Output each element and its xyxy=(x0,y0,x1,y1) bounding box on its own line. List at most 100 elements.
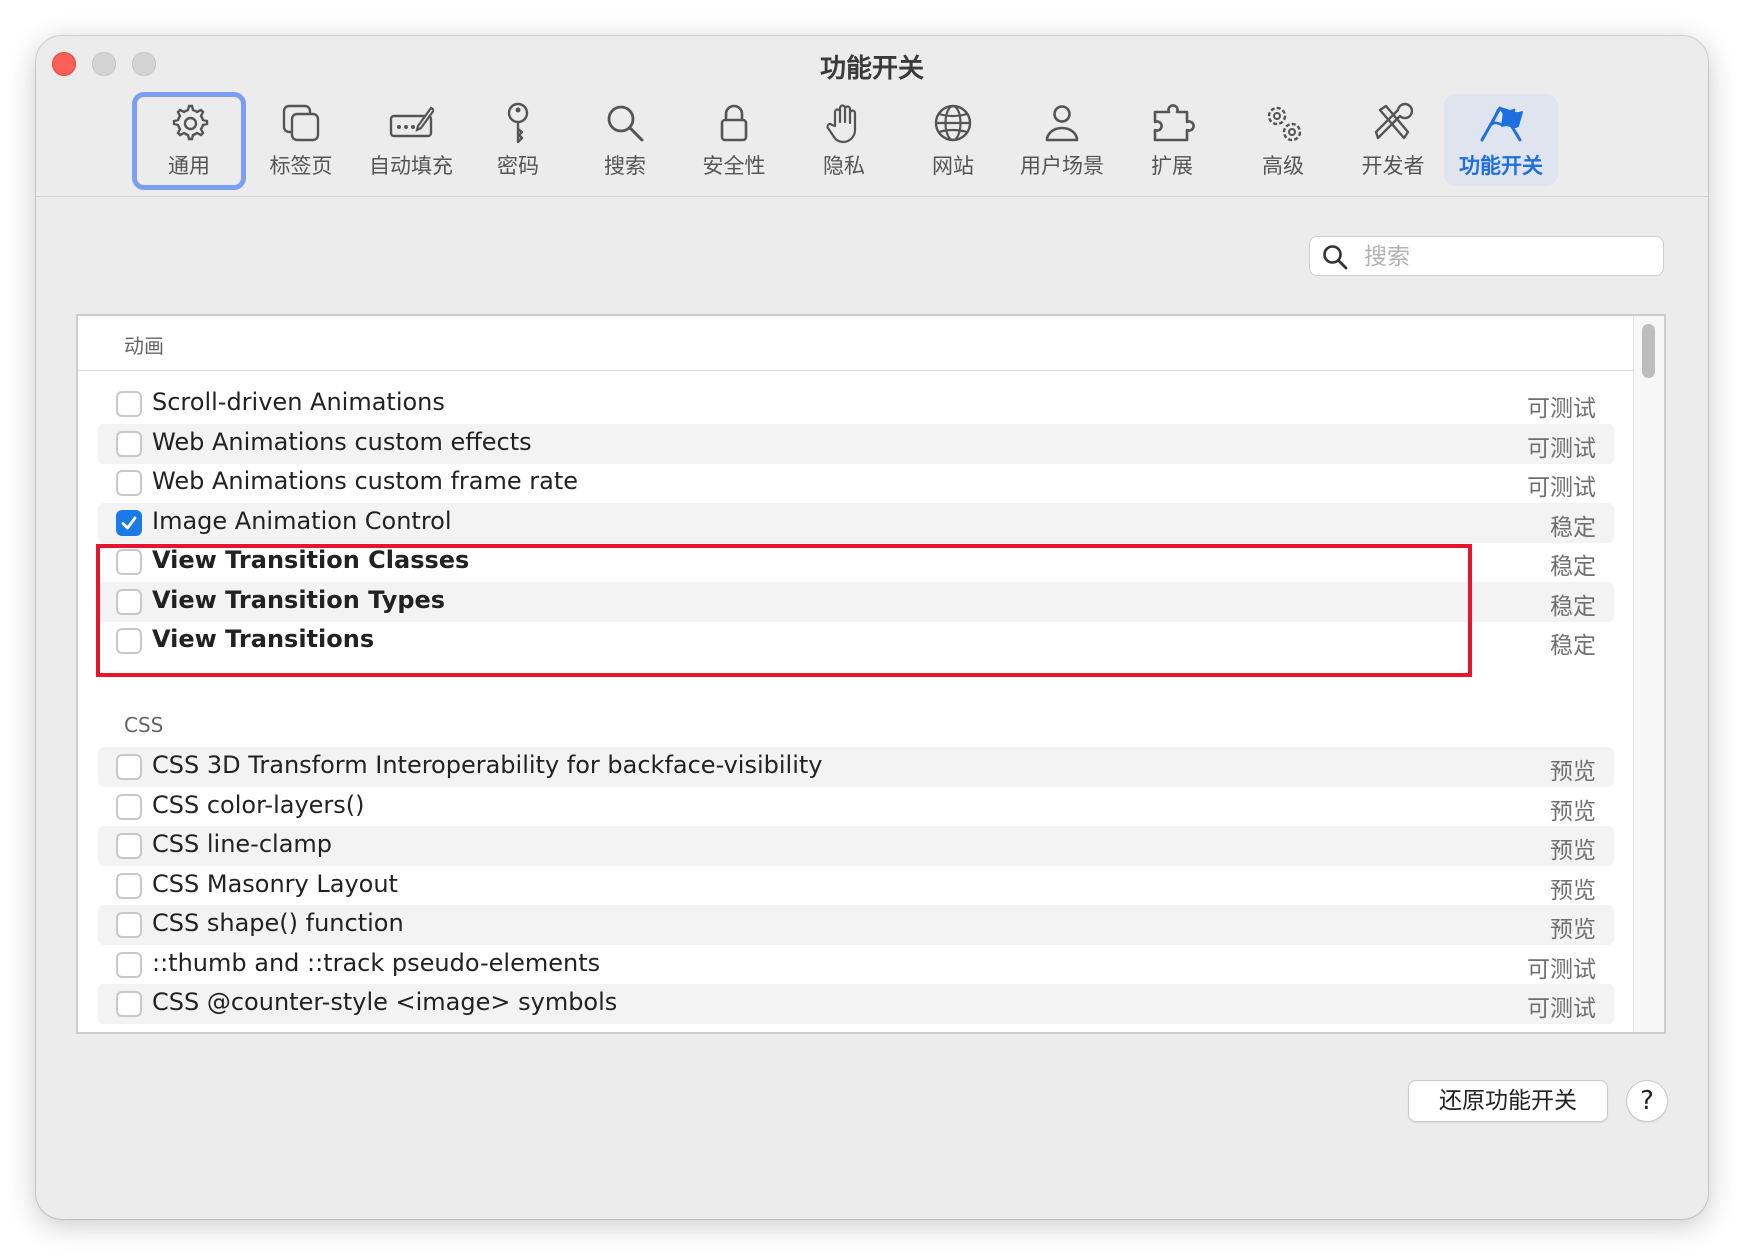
feature-name: CSS color-layers() xyxy=(152,790,365,819)
checkbox[interactable] xyxy=(116,951,142,978)
feature-row[interactable]: CSS line-clamp 预览 xyxy=(98,826,1614,866)
feature-row[interactable]: CSS shape() function 预览 xyxy=(98,905,1614,945)
feature-row[interactable]: Web Animations custom frame rate 可测试 xyxy=(98,463,1614,503)
checkbox[interactable] xyxy=(116,991,142,1017)
search-icon xyxy=(1323,245,1348,270)
feature-name: View Transition Classes xyxy=(152,546,470,574)
checkbox-checked[interactable] xyxy=(116,509,142,536)
autofill-icon xyxy=(354,100,468,146)
feature-name: CSS @counter-style <image> symbols xyxy=(152,988,618,1016)
feature-row[interactable]: CSS @counter-style <image> symbols 可测试 xyxy=(98,984,1614,1024)
hand-icon xyxy=(787,100,901,146)
feature-status: 稳定 xyxy=(1550,593,1596,620)
checkmark-icon xyxy=(121,516,137,529)
toolbar-tab-puzzle[interactable]: 扩展 xyxy=(1115,94,1229,186)
toolbar-tab-globe[interactable]: 网站 xyxy=(896,94,1010,186)
feature-name: CSS line-clamp xyxy=(152,830,333,858)
globe-icon xyxy=(896,100,1010,146)
search-input[interactable] xyxy=(1362,241,1656,273)
toolbar-tab-label: 安全性 xyxy=(702,154,766,178)
feature-name: View Transitions xyxy=(152,625,375,653)
section-title: CSS xyxy=(124,713,164,737)
feature-status: 可测试 xyxy=(1527,996,1596,1022)
feature-row[interactable]: CSS Masonry Layout 预览 xyxy=(98,866,1614,906)
feature-row[interactable]: View Transition Types 稳定 xyxy=(98,581,1614,622)
key-icon xyxy=(461,100,575,146)
toolbar-tab-hand[interactable]: 隐私 xyxy=(787,94,901,186)
feature-status: 预览 xyxy=(1550,877,1596,904)
toolbar-tab-tabs[interactable]: 标签页 xyxy=(244,94,358,186)
gears-icon xyxy=(1226,100,1340,146)
toolbar-tab-label: 密码 xyxy=(497,154,539,178)
feature-row[interactable]: Web Animations custom effects 可测试 xyxy=(98,423,1614,464)
scrollbar-thumb[interactable] xyxy=(1642,324,1655,378)
tabs-icon xyxy=(244,100,358,146)
toolbar-tab-autofill[interactable]: 自动填充 xyxy=(354,94,468,186)
toolbar-tab-label: 高级 xyxy=(1262,154,1304,178)
toolbar-tab-label: 扩展 xyxy=(1151,154,1193,178)
feature-row[interactable]: View Transitions 稳定 xyxy=(98,621,1614,661)
feature-name: CSS Masonry Layout xyxy=(152,869,398,898)
toolbar-tab-lock[interactable]: 安全性 xyxy=(677,94,791,186)
toolbar-tab-label: 开发者 xyxy=(1361,154,1425,178)
scrollbar-track[interactable] xyxy=(1633,316,1664,1032)
feature-flags-list[interactable]: 动画 Scroll-driven Animations 可测试 Web Animati… xyxy=(76,314,1666,1034)
feature-row[interactable]: View Transition Classes 稳定 xyxy=(98,542,1614,582)
feature-status: 可测试 xyxy=(1527,396,1596,422)
reset-feature-flags-button[interactable]: 还原功能开关 xyxy=(1408,1080,1608,1122)
checkbox[interactable] xyxy=(116,430,142,457)
toolbar-tab-key[interactable]: 密码 xyxy=(461,94,575,186)
feature-name: Image Animation Control xyxy=(152,506,452,535)
toolbar-tab-tools[interactable]: 开发者 xyxy=(1336,94,1450,186)
feature-status: 可测试 xyxy=(1527,956,1596,983)
feature-status: 稳定 xyxy=(1550,633,1596,659)
checkbox[interactable] xyxy=(116,549,142,575)
toolbar-tab-flags[interactable]: 功能开关 xyxy=(1444,94,1558,186)
checkbox[interactable] xyxy=(116,470,142,496)
toolbar-tab-gears[interactable]: 高级 xyxy=(1226,94,1340,186)
person-icon xyxy=(1005,100,1119,146)
toolbar-tab-label: 标签页 xyxy=(269,154,333,178)
feature-name: Scroll-driven Animations xyxy=(152,388,445,416)
feature-row[interactable]: Scroll-driven Animations 可测试 xyxy=(98,384,1614,424)
checkbox[interactable] xyxy=(116,833,142,859)
gear-icon xyxy=(137,100,241,146)
feature-status: 预览 xyxy=(1550,798,1596,825)
feature-row[interactable]: ::thumb and ::track pseudo-elements 可测试 xyxy=(98,945,1614,985)
section-header: 动画 xyxy=(78,316,1633,371)
section-title: 动画 xyxy=(124,334,164,358)
toolbar-tab-label: 网站 xyxy=(932,154,974,178)
search-icon xyxy=(568,100,682,146)
feature-name: ::thumb and ::track pseudo-elements xyxy=(152,948,601,977)
toolbar-tab-search[interactable]: 搜索 xyxy=(568,94,682,186)
checkbox[interactable] xyxy=(116,628,142,654)
toolbar-divider xyxy=(36,196,1708,197)
checkbox[interactable] xyxy=(116,912,142,938)
puzzle-icon xyxy=(1115,100,1229,146)
feature-name: CSS shape() function xyxy=(152,909,404,937)
feature-status: 稳定 xyxy=(1550,554,1596,580)
feature-row[interactable]: Image Animation Control 稳定 xyxy=(98,502,1614,543)
feature-status: 可测试 xyxy=(1527,435,1596,462)
feature-row[interactable]: CSS color-layers() 预览 xyxy=(98,787,1614,827)
feature-status: 稳定 xyxy=(1550,514,1596,541)
flags-icon xyxy=(1444,100,1558,146)
toolbar-tab-label: 功能开关 xyxy=(1459,154,1543,178)
feature-name: Web Animations custom frame rate xyxy=(152,467,578,495)
toolbar-tab-person[interactable]: 用户场景 xyxy=(1005,94,1119,186)
checkbox[interactable] xyxy=(116,793,142,820)
feature-status: 预览 xyxy=(1550,838,1596,864)
feature-row[interactable]: CSS 3D Transform Interoperability for ba… xyxy=(98,747,1614,787)
checkbox[interactable] xyxy=(116,391,142,417)
feature-name: Web Animations custom effects xyxy=(152,427,532,456)
feature-status: 预览 xyxy=(1550,759,1596,785)
tools-icon xyxy=(1336,100,1450,146)
search-field[interactable] xyxy=(1309,236,1664,276)
checkbox[interactable] xyxy=(116,588,142,615)
checkbox[interactable] xyxy=(116,872,142,899)
checkbox[interactable] xyxy=(116,754,142,780)
feature-name: CSS 3D Transform Interoperability for ba… xyxy=(152,751,823,779)
help-button[interactable]: ? xyxy=(1626,1080,1668,1122)
toolbar-tab-gear[interactable]: 通用 xyxy=(132,92,246,190)
settings-window: 功能开关 通用 标签页 自动填充 密码 搜索 安全性 隐私 网站 用户场景 扩展 高级 开发者 功能开关… xyxy=(36,36,1708,1219)
